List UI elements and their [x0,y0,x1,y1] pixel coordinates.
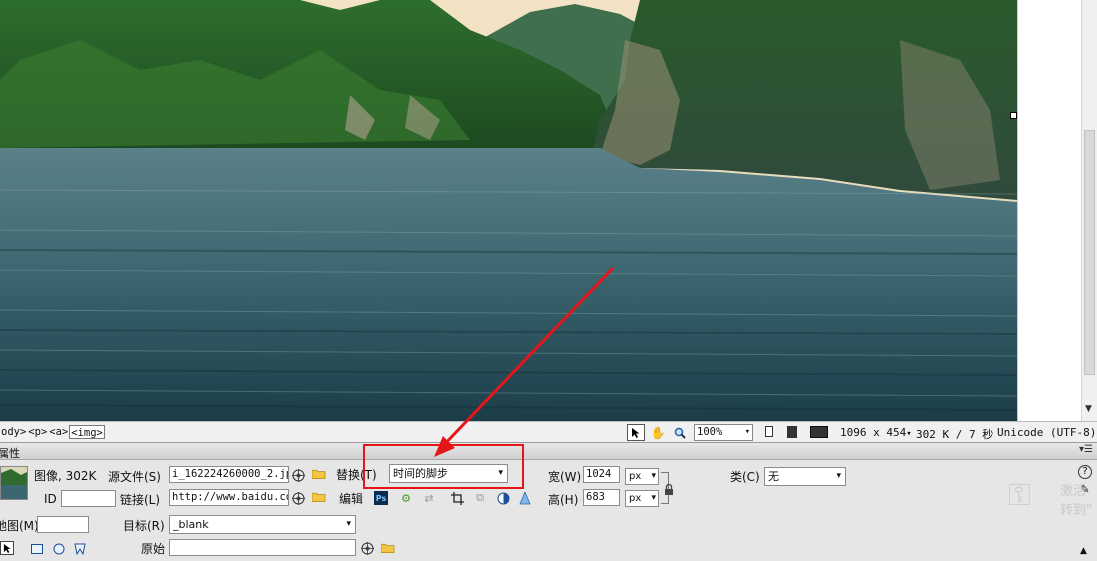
width-unit-select[interactable]: px ▾ [625,468,659,485]
browse-original-folder-icon[interactable] [381,541,395,555]
hand-tool-icon[interactable]: ✋ [649,424,667,441]
zoom-tool-icon[interactable] [671,424,689,441]
properties-panel-header[interactable]: 属性 ▾☰ [0,443,1097,460]
collapse-panel-icon[interactable]: ▲ [1080,546,1087,556]
activation-watermark: 激活 转到" [1060,484,1092,518]
width-label: 宽(W) [548,470,582,484]
chevron-down-icon: ▾ [836,471,841,481]
window-size[interactable]: 1096 x 454▾ [840,426,912,439]
original-label: 原始 [141,542,166,556]
width-unit-value: px [629,471,642,482]
chevron-down-icon: ▾ [651,471,656,481]
design-view[interactable] [0,0,1017,421]
sharpen-icon[interactable] [518,491,532,505]
pointer-tool-icon[interactable] [627,424,645,441]
src-field[interactable]: i_162224260000_2.jpg [169,466,289,483]
chevron-down-icon: ▾ [346,519,351,529]
resize-handle[interactable] [1010,112,1017,119]
design-view-margin [1017,0,1081,421]
crop-icon[interactable] [450,491,464,505]
tag-img[interactable]: <img> [69,425,105,439]
point-to-link-icon[interactable] [291,491,305,505]
zoom-value: 100% [697,426,723,438]
map-label: 地图(M) [0,519,39,533]
height-field[interactable]: 683 [583,489,620,506]
scrollbar-thumb[interactable] [1084,130,1095,375]
height-label: 高(H) [548,493,579,507]
scroll-down-icon[interactable]: ▼ [1085,404,1092,414]
browse-link-folder-icon[interactable] [312,490,326,504]
target-value: _blank [173,518,209,531]
key-icon: ⚿ [1008,478,1031,513]
photoshop-edit-icon[interactable]: Ps [374,491,388,505]
tablet-size-icon[interactable] [787,426,797,438]
chevron-down-icon: ▾ [744,427,750,437]
brightness-contrast-icon[interactable] [496,491,510,505]
class-value: 无 [768,470,779,483]
tag-selector: ody> <p> <a> <img> [0,425,105,439]
selected-image[interactable] [0,0,1017,421]
target-select[interactable]: _blank ▾ [169,515,356,534]
width-field[interactable]: 1024 [583,466,620,483]
src-label: 源文件(S) [108,470,161,484]
mobile-size-icon[interactable] [765,426,773,437]
id-field[interactable] [61,490,116,507]
image-type-label: 图像, 302K [34,469,97,483]
encoding-label: Unicode (UTF-8) [997,426,1097,439]
original-field[interactable] [169,539,356,556]
annotation-highlight-box [363,444,524,489]
link-field[interactable]: http://www.baidu.com [169,489,289,506]
point-to-original-icon[interactable] [360,541,374,555]
edit-image-settings-icon[interactable]: ⚙ [399,491,413,505]
tag-a[interactable]: <a> [48,425,69,439]
edit-label: 编辑 [339,492,364,506]
point-to-file-icon[interactable] [291,468,305,482]
class-label: 类(C) [730,470,760,484]
height-unit-value: px [629,493,642,504]
status-bar: ody> <p> <a> <img> ✋ 100% ▾ 1096 x 454▾ … [0,421,1097,443]
tag-p[interactable]: <p> [27,425,48,439]
class-select[interactable]: 无 ▾ [764,467,846,486]
height-unit-select[interactable]: px ▾ [625,490,659,507]
image-thumbnail [0,466,28,500]
link-label: 链接(L) [120,493,161,507]
id-label: ID [44,492,57,506]
file-size-download: 302 K / 7 秒 [916,428,994,441]
resample-icon[interactable]: ⧉ [473,491,487,505]
help-icon[interactable]: ? [1078,465,1092,479]
zoom-select[interactable]: 100% ▾ [694,424,753,441]
properties-title: 属性 [0,447,20,460]
desktop-size-icon[interactable] [810,426,828,438]
tag-body[interactable]: ody> [0,425,27,439]
rect-hotspot-icon[interactable] [30,542,44,556]
browse-folder-icon[interactable] [312,467,326,481]
panel-options-icon[interactable]: ▾☰ [1079,444,1093,455]
map-field[interactable] [37,516,89,533]
target-label: 目标(R) [123,519,165,533]
update-from-original-icon[interactable]: ⇄ [422,491,436,505]
vertical-scrollbar[interactable]: ▼ [1081,0,1097,421]
polygon-hotspot-icon[interactable] [73,542,87,556]
lock-icon[interactable] [664,483,674,498]
chevron-down-icon: ▾ [651,493,656,503]
circle-hotspot-icon[interactable] [52,542,66,556]
map-pointer-tool-icon[interactable] [0,541,14,555]
